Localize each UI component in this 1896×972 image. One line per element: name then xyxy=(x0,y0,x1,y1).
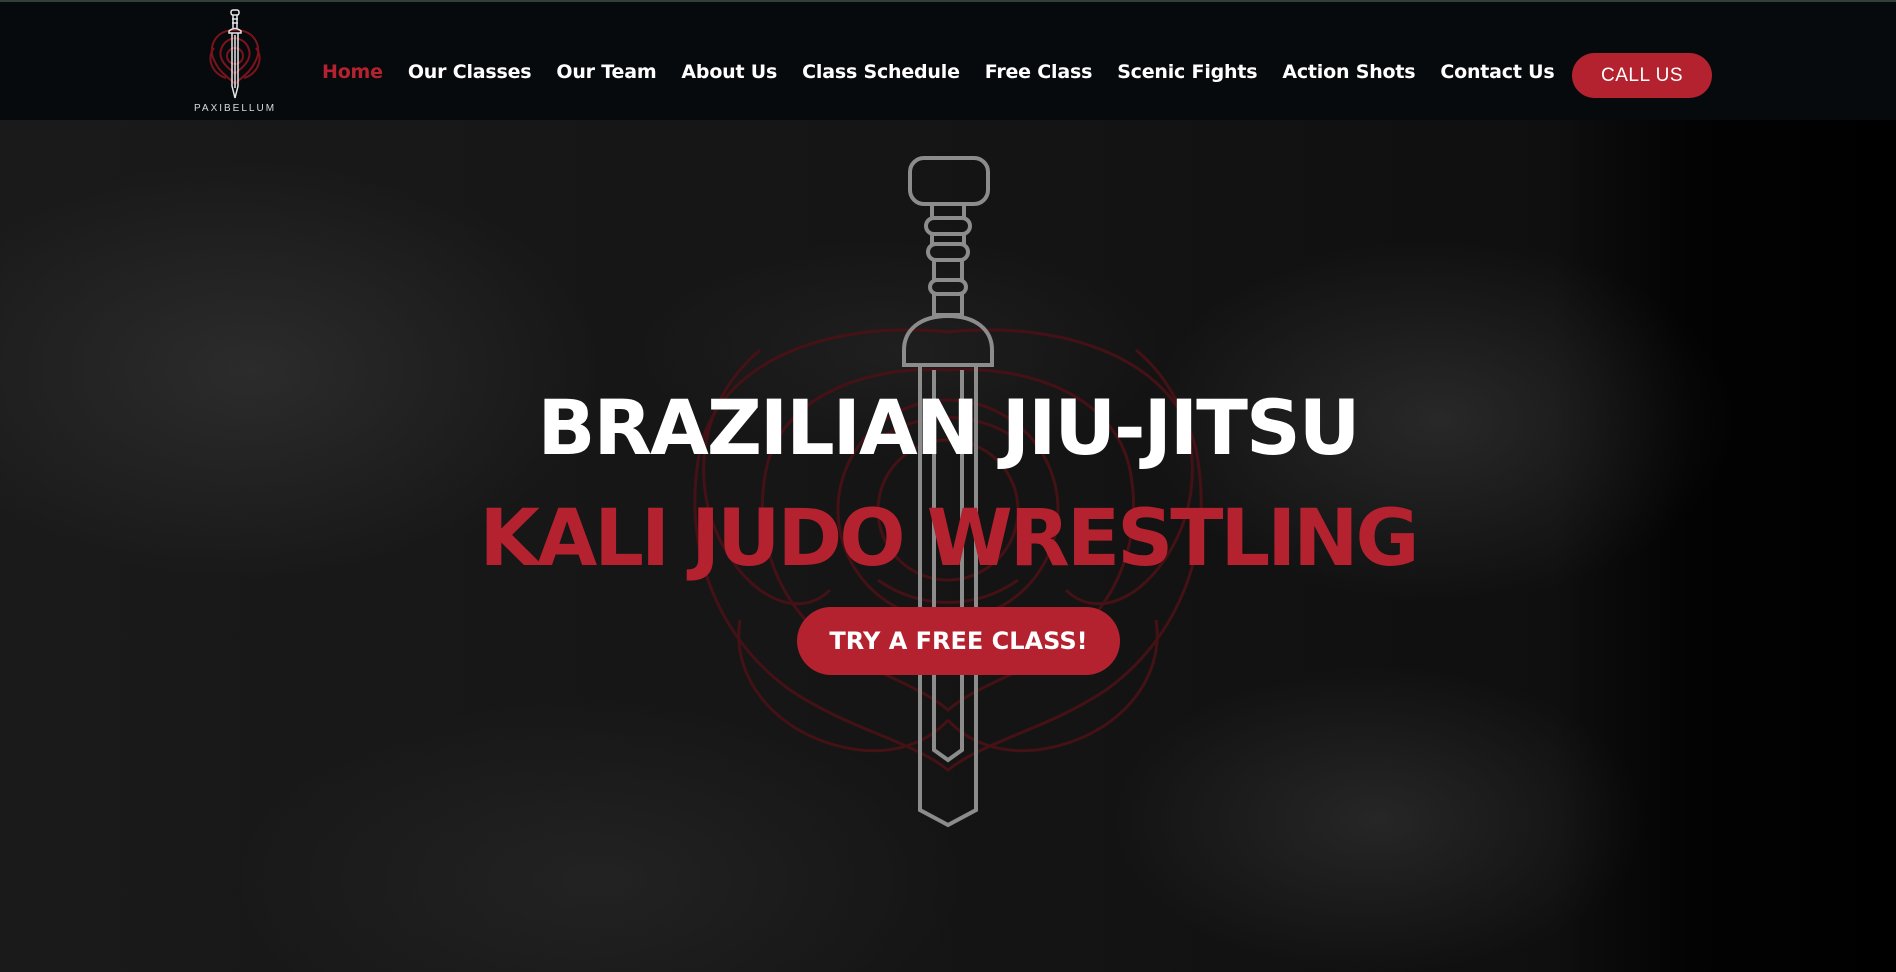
nav-class-schedule[interactable]: Class Schedule xyxy=(802,61,960,83)
nav-our-team[interactable]: Our Team xyxy=(556,61,656,83)
nav-scenic-fights[interactable]: Scenic Fights xyxy=(1117,61,1257,83)
nav-our-classes[interactable]: Our Classes xyxy=(408,61,532,83)
main-nav: Home Our Classes Our Team About Us Class… xyxy=(322,60,1580,84)
try-free-class-button[interactable]: TRY A FREE CLASS! xyxy=(797,607,1120,675)
call-us-button[interactable]: CALL US xyxy=(1572,53,1712,98)
site-header: PAXIBELLUM Home Our Classes Our Team Abo… xyxy=(0,0,1896,120)
logo-wordmark: PAXIBELLUM xyxy=(193,103,277,114)
hero-subtitle: KALI JUDO WRESTLING xyxy=(479,494,1419,584)
nav-action-shots[interactable]: Action Shots xyxy=(1282,61,1415,83)
hero-section: BRAZILIAN JIU-JITSU KALI JUDO WRESTLING … xyxy=(0,120,1896,972)
nav-about-us[interactable]: About Us xyxy=(681,61,777,83)
site-logo[interactable]: PAXIBELLUM xyxy=(190,8,280,118)
nav-contact-us[interactable]: Contact Us xyxy=(1440,61,1554,83)
page: PAXIBELLUM Home Our Classes Our Team Abo… xyxy=(0,0,1896,972)
hero-title: BRAZILIAN JIU-JITSU xyxy=(537,383,1361,472)
nav-free-class[interactable]: Free Class xyxy=(985,61,1093,83)
nav-home[interactable]: Home xyxy=(322,61,383,83)
sword-rose-logo-icon xyxy=(209,9,261,99)
